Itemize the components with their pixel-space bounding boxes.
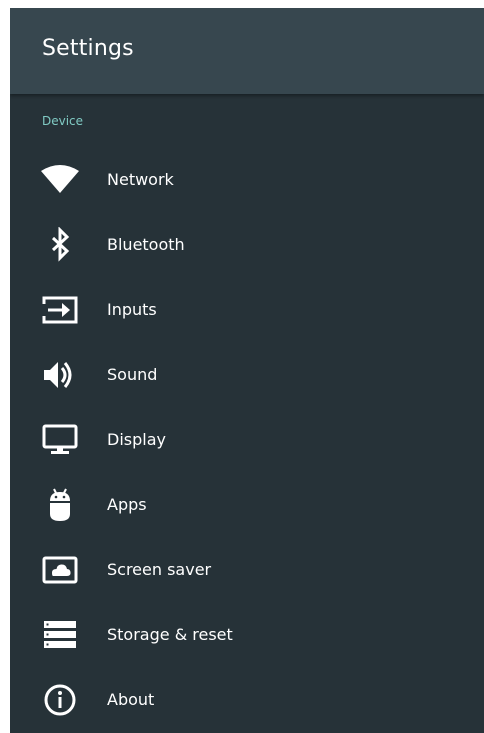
input-icon [40, 292, 80, 328]
monitor-icon [40, 422, 80, 458]
section-header-device: Device [42, 114, 84, 128]
info-icon [40, 682, 80, 718]
settings-item-label: Bluetooth [107, 235, 185, 254]
settings-item-screen-saver[interactable]: Screen saver [10, 538, 484, 603]
settings-item-sound[interactable]: Sound [10, 343, 484, 408]
android-icon [40, 487, 80, 523]
settings-item-label: Storage & reset [107, 625, 233, 644]
settings-list: Network Bluetooth Inputs Sound Display A… [10, 148, 484, 733]
wifi-icon [40, 162, 80, 198]
screensaver-icon [40, 552, 80, 588]
settings-item-inputs[interactable]: Inputs [10, 278, 484, 343]
settings-item-label: Sound [107, 365, 158, 384]
storage-icon [40, 617, 80, 653]
settings-item-bluetooth[interactable]: Bluetooth [10, 213, 484, 278]
settings-item-label: Apps [107, 495, 147, 514]
bluetooth-icon [40, 227, 80, 263]
settings-item-display[interactable]: Display [10, 408, 484, 473]
settings-item-network[interactable]: Network [10, 148, 484, 213]
settings-item-label: Inputs [107, 300, 157, 319]
settings-item-label: Network [107, 170, 174, 189]
settings-item-apps[interactable]: Apps [10, 473, 484, 538]
settings-item-storage-reset[interactable]: Storage & reset [10, 603, 484, 668]
app-bar: Settings [10, 8, 484, 94]
settings-item-label: Display [107, 430, 166, 449]
settings-item-about[interactable]: About [10, 668, 484, 733]
settings-item-label: Screen saver [107, 560, 212, 579]
page-title: Settings [42, 36, 134, 61]
speaker-icon [40, 357, 80, 393]
settings-item-label: About [107, 690, 155, 709]
settings-panel: Settings Device Network Bluetooth Inputs… [10, 8, 484, 733]
